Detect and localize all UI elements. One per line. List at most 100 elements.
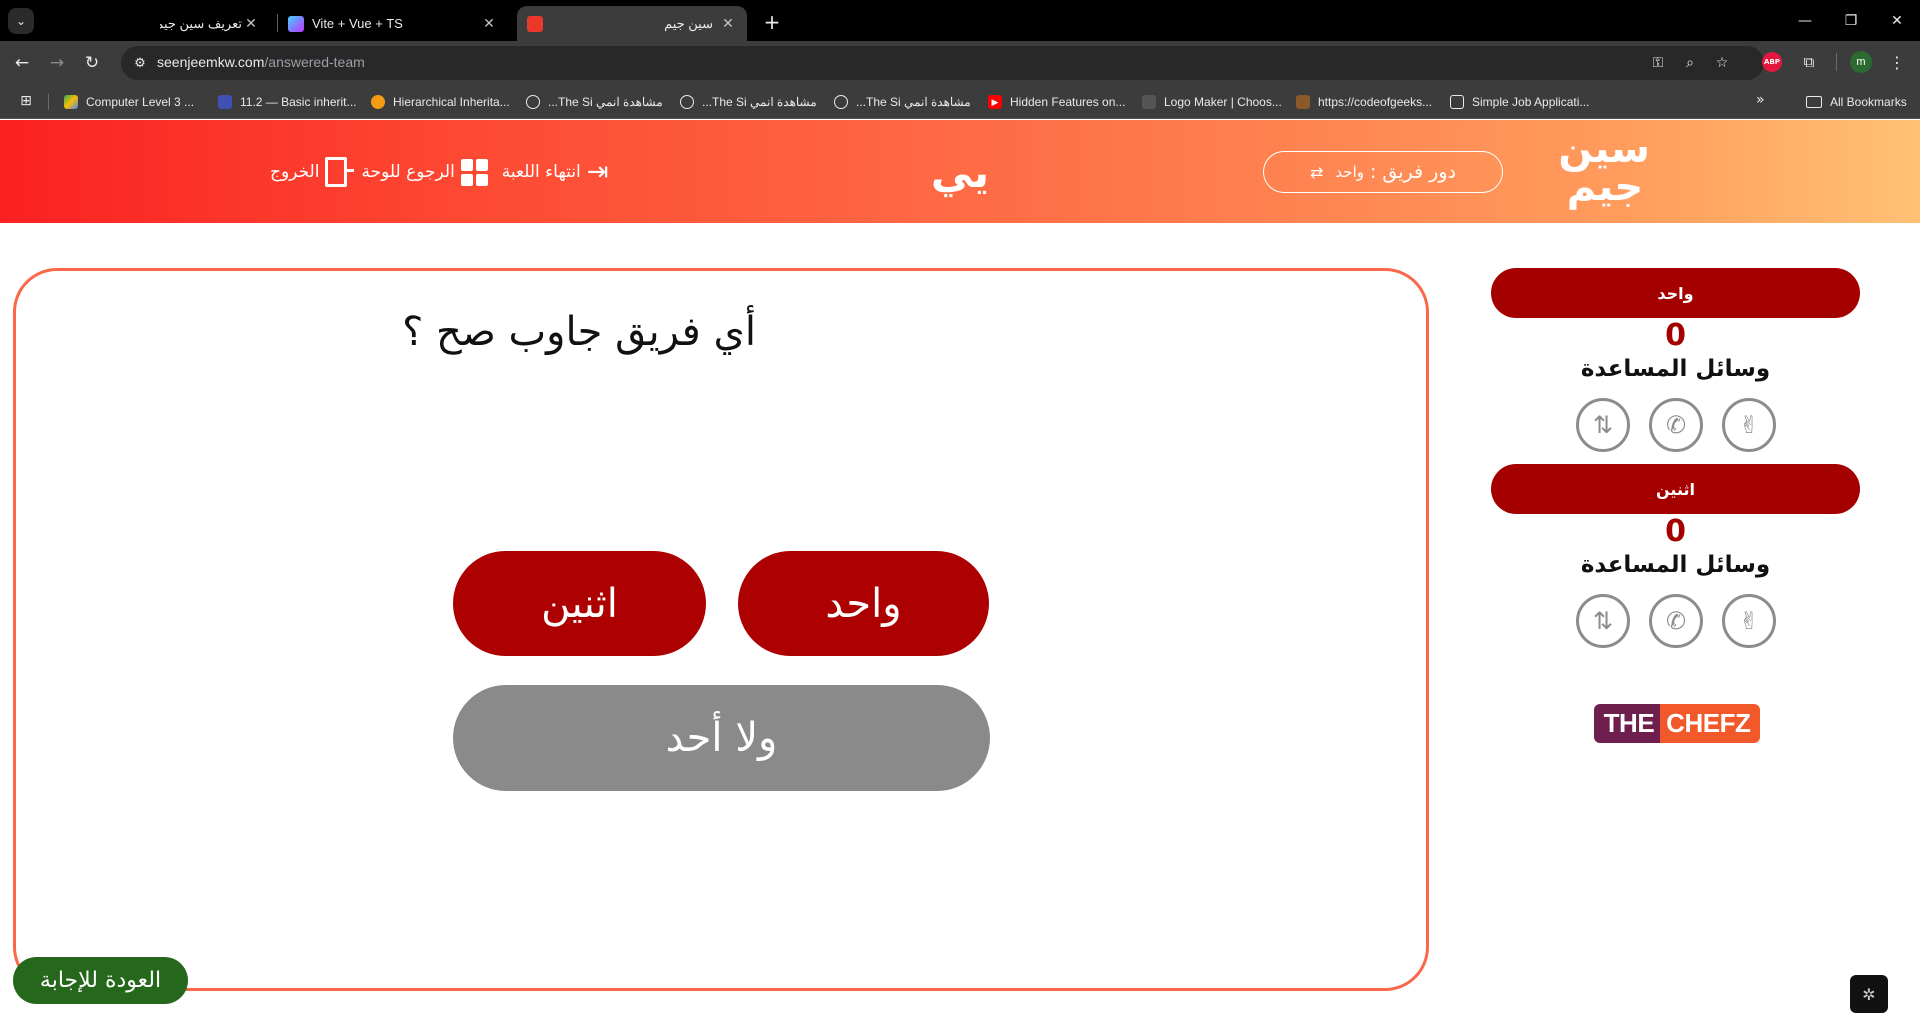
bookmark-item[interactable]: مشاهدة انمي The Si... (680, 92, 817, 112)
bookmark-item[interactable]: Logo Maker | Choos... (1142, 92, 1282, 112)
window-close-icon[interactable]: ✕ (1874, 0, 1920, 41)
two-answers-hand-icon[interactable]: ✌ (1722, 398, 1776, 452)
all-bookmarks-button[interactable]: All Bookmarks (1806, 92, 1907, 112)
swap-question-icon[interactable]: ⇅ (1576, 594, 1630, 648)
bookmark-label: Simple Job Applicati... (1472, 95, 1590, 109)
bookmark-item[interactable]: Computer Level 3 ... (64, 92, 194, 112)
chevron-more-icon[interactable]: » (1756, 92, 1765, 108)
sponsor-logo: THE CHEFZ (1594, 704, 1760, 743)
toolbar-divider (1836, 53, 1837, 71)
end-game-button[interactable]: ⇥ انتهاء اللعبة (502, 159, 609, 185)
bookmark-item[interactable]: Hierarchical Inherita... (371, 92, 510, 112)
tab-title: Vite + Vue + TS (312, 16, 403, 31)
game-header: سين جيم دور فريق : واحد ⇄ يي ⇥ انتهاء ال… (0, 120, 1920, 223)
logo-maker-icon (1142, 95, 1156, 109)
bookmark-item[interactable]: https://codeofgeeks... (1296, 92, 1432, 112)
question-text: أي فريق جاوب صح ؟ (402, 309, 756, 355)
bookmark-star-icon[interactable]: ☆ (1711, 52, 1733, 74)
board-grid-icon (460, 158, 488, 186)
adblock-plus-icon[interactable]: ABP (1762, 52, 1782, 72)
tab-title: سين جيم (664, 15, 713, 31)
tab-seenjeem-intro[interactable]: تعريف سين جيم ✕ (150, 6, 270, 41)
globe-icon (834, 95, 848, 109)
site-settings-icon[interactable]: ⚙ (130, 53, 150, 73)
bookmark-label: مشاهدة انمي The Si... (702, 95, 817, 109)
vite-icon (288, 15, 304, 32)
floating-widget-icon[interactable]: ✲ (1850, 975, 1888, 1013)
logo-line-1: سين (1558, 126, 1650, 172)
sponsor-part-2: CHEFZ (1660, 704, 1760, 743)
logo-line-2: جيم (1566, 164, 1644, 210)
bookmark-item[interactable]: ▶ Hidden Features on... (988, 92, 1125, 112)
cpp-icon (218, 95, 232, 109)
exit-label: الخروج (270, 162, 320, 182)
bookmark-label: Hierarchical Inherita... (393, 95, 510, 109)
minimize-icon[interactable]: — (1782, 0, 1828, 41)
job-app-icon (1450, 95, 1464, 109)
profile-avatar[interactable]: m (1850, 51, 1872, 73)
apps-grid-icon[interactable]: ⊞ (17, 92, 35, 110)
globe-icon (526, 95, 540, 109)
bookmarks-separator (48, 94, 49, 110)
bookmark-item[interactable]: مشاهدة انمي The Si... (834, 92, 971, 112)
back-to-board-button[interactable]: الرجوع للوحة (361, 158, 488, 186)
team-two-aids-label: وسائل المساعدة (1580, 552, 1771, 578)
answer-no-one-button[interactable]: ولا أحد (453, 685, 990, 791)
door-exit-icon (325, 157, 355, 187)
phone-call-icon[interactable]: ✆ (1649, 398, 1703, 452)
back-to-answer-button[interactable]: العودة للإجابة (13, 957, 188, 1004)
zoom-icon[interactable]: ⌕ (1679, 52, 1701, 74)
close-icon[interactable]: ✕ (242, 15, 260, 32)
address-bar[interactable]: ⚙ seenjeemkw.com/answered-team ⚿ ⌕ ☆ (121, 46, 1764, 80)
folder-icon (1806, 96, 1822, 108)
password-key-icon[interactable]: ⚿ (1647, 52, 1669, 74)
shuffle-icon: ⇄ (1310, 162, 1324, 182)
new-tab-icon[interactable]: + (758, 8, 786, 36)
phone-call-icon[interactable]: ✆ (1649, 594, 1703, 648)
browser-toolbar: ← → ↻ ⚙ seenjeemkw.com/answered-team ⚿ ⌕… (0, 41, 1920, 85)
bookmark-item[interactable]: مشاهدة انمي The Si... (526, 92, 663, 112)
two-answers-hand-icon[interactable]: ✌ (1722, 594, 1776, 648)
codeofgeeks-icon (1296, 95, 1310, 109)
team-two-score: 0 (1665, 514, 1686, 549)
google-drive-icon (64, 95, 78, 109)
bookmark-item[interactable]: 11.2 — Basic inherit... (218, 92, 357, 112)
team-two-name: اثنين (1491, 464, 1860, 514)
team-one-score: 0 (1665, 318, 1686, 353)
reload-icon[interactable]: ↻ (78, 49, 106, 77)
team-one-aids-label: وسائل المساعدة (1580, 356, 1771, 382)
forward-arrow-icon[interactable]: → (43, 49, 71, 77)
url-host: seenjeemkw.com (157, 54, 265, 70)
turn-label: دور فريق : (1369, 161, 1456, 183)
globe-icon (680, 95, 694, 109)
close-icon[interactable]: ✕ (719, 15, 737, 32)
sponsor-part-1: THE (1594, 704, 1661, 743)
tab-vite-vue[interactable]: Vite + Vue + TS ✕ (278, 6, 508, 41)
team-one-name: واحد (1491, 268, 1860, 318)
url-text[interactable]: seenjeemkw.com/answered-team (157, 54, 365, 70)
exit-button[interactable]: الخروج (270, 157, 355, 187)
seenjeem-logo[interactable]: سين جيم (1558, 126, 1650, 214)
browser-tab-bar: ⌄ تعريف سين جيم ✕ Vite + Vue + TS ✕ سين … (0, 0, 1920, 41)
answer-team-one-button[interactable]: واحد (738, 551, 989, 656)
answer-team-two-button[interactable]: اثنين (453, 551, 706, 656)
swap-question-icon[interactable]: ⇅ (1576, 398, 1630, 452)
bookmark-label: https://codeofgeeks... (1318, 95, 1433, 109)
restore-icon[interactable]: ❐ (1828, 0, 1874, 41)
turn-team: واحد (1335, 163, 1364, 181)
team-turn-indicator: دور فريق : واحد ⇄ (1263, 151, 1503, 193)
back-to-board-label: الرجوع للوحة (361, 162, 455, 182)
browser-menu-icon[interactable]: ⋮ (1884, 49, 1910, 75)
youtube-icon: ▶ (988, 95, 1002, 109)
tab-search-icon[interactable]: ⌄ (8, 8, 34, 34)
bookmark-item[interactable]: Simple Job Applicati... (1450, 92, 1589, 112)
tab-seenjeem-active[interactable]: سين جيم ✕ (517, 6, 747, 41)
end-game-label: انتهاء اللعبة (501, 162, 581, 182)
close-icon[interactable]: ✕ (480, 15, 498, 32)
extensions-puzzle-icon[interactable]: ⧉ (1796, 49, 1822, 75)
bookmark-label: مشاهدة انمي The Si... (548, 95, 663, 109)
back-arrow-icon[interactable]: ← (8, 49, 36, 77)
bookmark-label: مشاهدة انمي The Si... (856, 95, 971, 109)
game-name: يي (930, 148, 990, 197)
tab-title: تعريف سين جيم (160, 15, 242, 31)
